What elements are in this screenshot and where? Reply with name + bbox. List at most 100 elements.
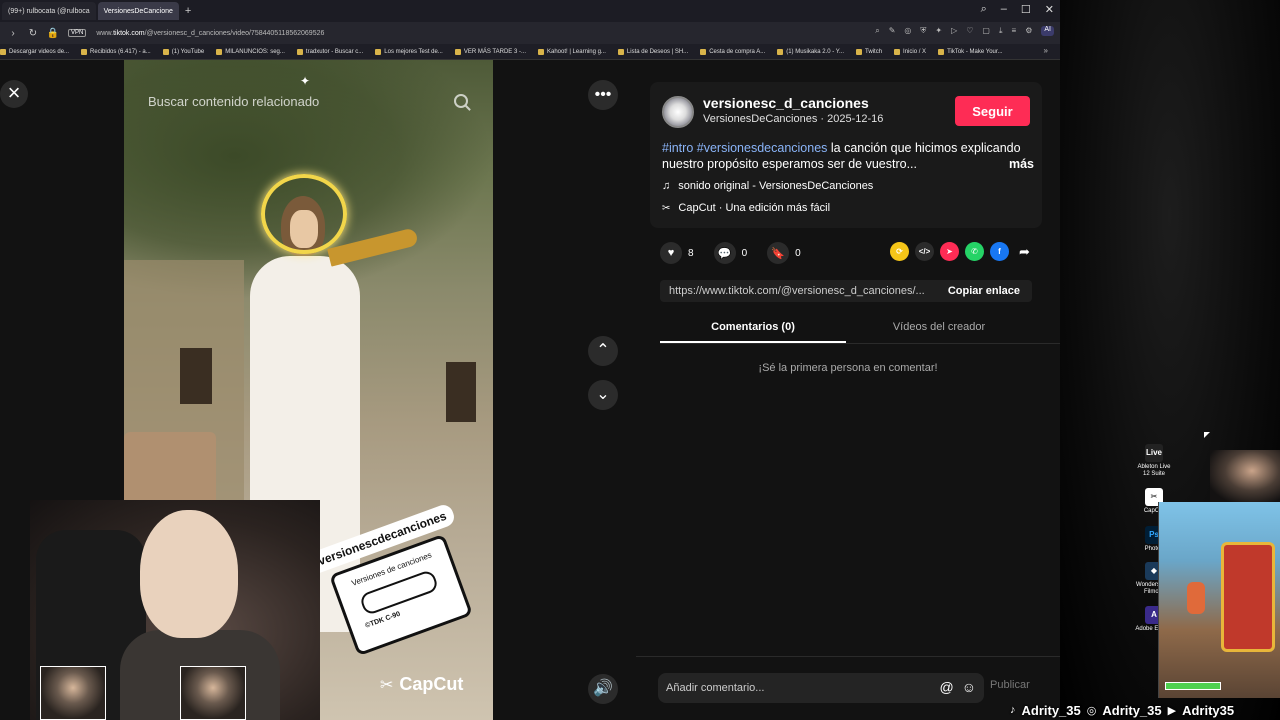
bookmark[interactable]: Inicio / X <box>894 48 926 55</box>
bookmark[interactable]: Cesta de compra A... <box>700 48 765 55</box>
emoji-icon[interactable]: ☺ <box>962 679 976 695</box>
settings-icon[interactable]: ⚙ <box>1025 26 1032 36</box>
zoom-icon[interactable]: ⌕ <box>875 26 879 36</box>
publish-button[interactable]: Publicar <box>990 679 1030 691</box>
panel-tabs: Comentarios (0) Vídeos del creador <box>660 316 1060 344</box>
window-controls: ⌕ – ☐ ✕ <box>981 3 1054 16</box>
video-window-right <box>446 362 476 422</box>
copy-link-button[interactable]: Copiar enlace <box>936 285 1032 297</box>
menu-icon[interactable]: ≡ <box>1012 26 1017 36</box>
previous-video-button[interactable]: ⌃ <box>588 336 618 366</box>
browser-window: (99+) rulbocata (@rulboca VersionesDeCan… <box>0 0 1060 720</box>
youtube-handle: Adrity35 <box>1182 702 1235 718</box>
bookmark[interactable]: tradxutor - Buscar c... <box>296 48 364 55</box>
volume-button[interactable]: 🔊 <box>588 674 618 704</box>
bookmark[interactable]: Descargar videos de... <box>0 48 69 55</box>
bookmark[interactable]: Recibidos (6.417) - a... <box>81 48 151 55</box>
next-video-button[interactable]: ⌄ <box>588 380 618 410</box>
webcam-person <box>140 510 238 638</box>
search-icon[interactable] <box>454 94 468 108</box>
share-icon[interactable]: ➦ <box>1015 242 1034 261</box>
social-handles: ♪ Adrity_35 ◎ Adrity_35 ▶ Adrity35 <box>1010 700 1280 720</box>
extension-icon[interactable]: ✦ <box>935 26 942 36</box>
bookmark[interactable]: MILANUNCIOS: seg... <box>216 48 285 55</box>
address-bar: › ↻ 🔒 VPN www.tiktok.com/@versionesc_d_c… <box>0 22 1060 44</box>
share-link-field[interactable]: https://www.tiktok.com/@versionesc_d_can… <box>660 285 936 297</box>
tab-creator-videos[interactable]: Vídeos del creador <box>846 316 1032 343</box>
like-icon[interactable]: ♥ <box>660 242 682 264</box>
folder-icon <box>375 48 382 55</box>
folder-icon <box>216 48 223 55</box>
wallet-icon[interactable]: ▢ <box>982 26 990 36</box>
tab-rulbocata[interactable]: (99+) rulbocata (@rulboca <box>2 2 96 20</box>
desktop-icon-ableton[interactable]: Live Ableton Live 12 Suite <box>1134 444 1174 478</box>
comment-input[interactable]: Añadir comentario... @ ☺ <box>658 673 984 703</box>
reload-icon[interactable]: ↻ <box>26 28 40 39</box>
url-field[interactable]: www.tiktok.com/@versionesc_d_canciones/v… <box>96 30 324 37</box>
bookmark[interactable]: (1) YouTube <box>162 48 204 55</box>
whatsapp-icon[interactable]: ✆ <box>965 242 984 261</box>
streamer-webcam <box>1210 450 1280 502</box>
game-overlay <box>1158 502 1280 698</box>
tab-bar: (99+) rulbocata (@rulboca VersionesDeCan… <box>0 0 1060 22</box>
comment-placeholder: Añadir comentario... <box>666 682 765 694</box>
ai-button[interactable]: AI <box>1041 26 1054 36</box>
send-icon[interactable]: ➤ <box>940 242 959 261</box>
bookmark-label: tradxutor - Buscar c... <box>305 48 364 55</box>
related-search-bar[interactable]: Buscar contenido relacionado <box>148 88 468 114</box>
google-icon <box>296 48 303 55</box>
camera-icon[interactable]: ◎ <box>904 26 911 36</box>
hashtag-link[interactable]: #intro <box>662 141 693 155</box>
folder-icon <box>0 48 6 55</box>
embed-icon[interactable]: </> <box>915 242 934 261</box>
minimize-icon[interactable]: – <box>1001 3 1007 16</box>
hashtag-link[interactable]: #versionesdecanciones <box>697 141 828 155</box>
capcut-row[interactable]: ✂ CapCut · Una edición más fácil <box>662 202 830 214</box>
heart-icon[interactable]: ♡ <box>966 26 973 36</box>
close-video-button[interactable]: × <box>0 80 28 108</box>
bookmark-label: Kahoot! | Learning g... <box>546 48 606 55</box>
author-avatar[interactable] <box>662 96 694 128</box>
comment-icon[interactable]: 💬 <box>713 242 736 264</box>
edit-icon[interactable]: ✎ <box>889 26 896 36</box>
shield-icon[interactable]: ⛨ <box>920 26 926 36</box>
search-tabs-icon[interactable]: ⌕ <box>981 3 987 16</box>
extension-icons: ⌕ ✎ ◎ ⛨ ✦ ▷ ♡ ▢ ⤓ ≡ ⚙ AI <box>875 26 1054 36</box>
bookmark[interactable]: Lista de Deseos | SH... <box>617 48 688 55</box>
bookmark-icon[interactable]: 🔖 <box>767 242 790 264</box>
more-options-button[interactable]: ••• <box>588 80 618 110</box>
folder-icon <box>537 48 544 55</box>
folder-icon <box>894 48 901 55</box>
maximize-icon[interactable]: ☐ <box>1021 3 1031 16</box>
author-name[interactable]: versionesc_d_canciones <box>703 95 869 111</box>
url-host: tiktok.com <box>113 29 145 37</box>
bookmark[interactable]: (1) Musikaka 2.0 - Y... <box>777 48 844 55</box>
folder-icon <box>700 48 707 55</box>
repost-icon[interactable]: ⟳ <box>890 242 909 261</box>
vpn-badge[interactable]: VPN <box>68 29 87 37</box>
bookmark[interactable]: Kahoot! | Learning g... <box>537 48 606 55</box>
more-bookmarks-icon[interactable]: » <box>1044 46 1048 55</box>
download-icon[interactable]: ⤓ <box>999 26 1003 36</box>
bookmark[interactable]: TikTok - Make Your... <box>938 48 1003 55</box>
music-row[interactable]: ♫ sonido original - VersionesDeCanciones <box>662 180 873 192</box>
bookmark[interactable]: VER MÁS TARDE 3 -... <box>454 48 526 55</box>
facebook-icon[interactable]: f <box>990 242 1009 261</box>
new-tab-icon[interactable]: + <box>185 5 191 17</box>
tab-versiones[interactable]: VersionesDeCancione <box>97 2 179 20</box>
desktop-background: Live Ableton Live 12 Suite ✂ CapCut Ps P… <box>1060 0 1280 720</box>
capcut-label: CapCut · Una edición más fácil <box>678 202 831 214</box>
play-icon[interactable]: ▷ <box>951 26 957 36</box>
folder-icon <box>81 48 88 55</box>
tab-comments[interactable]: Comentarios (0) <box>660 316 846 343</box>
follow-button[interactable]: Seguir <box>955 96 1030 126</box>
folder-icon <box>162 48 169 55</box>
bookmark[interactable]: Los mejores Test de... <box>375 48 443 55</box>
video-window-left <box>180 348 212 404</box>
mention-icon[interactable]: @ <box>939 679 953 695</box>
close-window-icon[interactable]: ✕ <box>1045 3 1054 16</box>
bookmark[interactable]: Twitch <box>856 48 882 55</box>
forward-icon[interactable]: › <box>6 28 20 39</box>
more-link[interactable]: más <box>1009 156 1034 172</box>
bookmarks-bar: Descargar videos de... Recibidos (6.417)… <box>0 44 1060 60</box>
